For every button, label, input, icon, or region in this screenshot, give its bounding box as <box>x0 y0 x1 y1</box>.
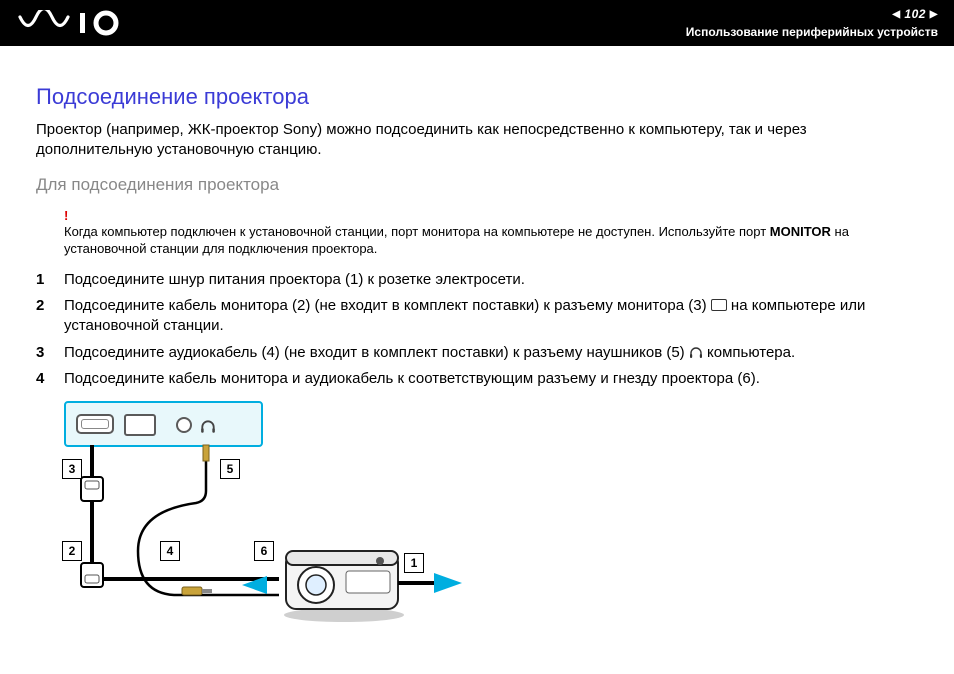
next-page-icon[interactable]: ▶ <box>930 8 938 22</box>
page-indicator[interactable]: ◀ 102 ▶ <box>686 6 938 22</box>
warning-bold: MONITOR <box>770 224 831 239</box>
section-title: Использование периферийных устройств <box>686 24 938 40</box>
step-1: 1 Подсоедините шнур питания проектора (1… <box>36 270 918 290</box>
vaio-logo <box>18 10 128 36</box>
steps-list: 1 Подсоедините шнур питания проектора (1… <box>36 270 918 389</box>
diagram-label-5: 5 <box>220 459 240 479</box>
step-text: Подсоедините аудиокабель (4) (не входит … <box>64 343 918 363</box>
step-num: 4 <box>36 369 64 389</box>
projector-icon <box>284 551 404 622</box>
monitor-port-icon <box>711 299 727 311</box>
diagram-label-4: 4 <box>160 541 180 561</box>
step-3: 3 Подсоедините аудиокабель (4) (не входи… <box>36 343 918 363</box>
headphones-icon <box>689 347 703 359</box>
step-2: 2 Подсоедините кабель монитора (2) (не в… <box>36 296 918 337</box>
step-num: 2 <box>36 296 64 337</box>
warning-text-a: Когда компьютер подключен к установочной… <box>64 224 770 239</box>
page-number: 102 <box>904 7 926 21</box>
diagram-label-2: 2 <box>62 541 82 561</box>
step-num: 1 <box>36 270 64 290</box>
diagram-label-6: 6 <box>254 541 274 561</box>
connection-diagram: 3 5 2 4 6 1 <box>64 401 514 641</box>
warning-note: ! Когда компьютер подключен к установочн… <box>64 207 918 258</box>
header-right: ◀ 102 ▶ Использование периферийных устро… <box>686 6 938 40</box>
diagram-label-1: 1 <box>404 553 424 573</box>
step-text: Подсоедините кабель монитора и аудиокабе… <box>64 369 918 389</box>
warning-icon: ! <box>64 207 918 225</box>
subtitle: Для подсоединения проектора <box>36 174 918 197</box>
intro-text: Проектор (например, ЖК-проектор Sony) мо… <box>36 120 918 161</box>
header-bar: ◀ 102 ▶ Использование периферийных устро… <box>0 0 954 46</box>
step-text: Подсоедините шнур питания проектора (1) … <box>64 270 918 290</box>
diagram-label-3: 3 <box>62 459 82 479</box>
diagram-svg <box>64 401 514 641</box>
page-title: Подсоединение проектора <box>36 82 918 112</box>
page-content: Подсоединение проектора Проектор (наприм… <box>0 46 954 641</box>
step-num: 3 <box>36 343 64 363</box>
step-4: 4 Подсоедините кабель монитора и аудиока… <box>36 369 918 389</box>
step-text: Подсоедините кабель монитора (2) (не вхо… <box>64 296 918 337</box>
prev-page-icon[interactable]: ◀ <box>892 8 900 22</box>
